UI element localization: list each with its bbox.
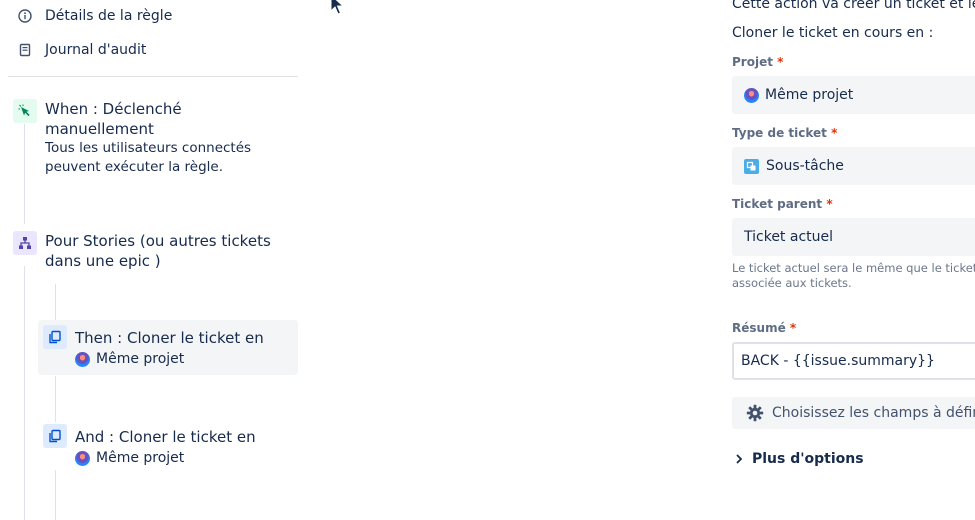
- form-intro: Cette action va créer un ticket et le c: [732, 0, 975, 12]
- parent-label: Ticket parent *: [732, 197, 833, 211]
- nav-divider: [8, 76, 298, 77]
- action-project: Même projet: [75, 450, 184, 466]
- gear-icon: [746, 404, 764, 422]
- trigger-title: When : Déclenché manuellement: [45, 100, 182, 138]
- more-options-toggle[interactable]: Plus d'options: [734, 451, 864, 467]
- nav-rule-details-label: Détails de la règle: [45, 8, 173, 24]
- issue-type-select[interactable]: Sous-tâche: [732, 147, 975, 185]
- connector-line: [24, 266, 25, 520]
- project-avatar-icon: [75, 450, 90, 466]
- pointer-click-icon: [13, 99, 37, 123]
- subtask-icon: [744, 158, 759, 174]
- clone-icon: [43, 325, 67, 349]
- action-project: Même projet: [75, 351, 184, 367]
- chevron-right-icon: [736, 454, 743, 464]
- action-title: And : Cloner le ticket en: [75, 428, 256, 446]
- summary-input[interactable]: BACK - {{issue.summary}}: [732, 342, 975, 380]
- connector-line: [55, 376, 56, 422]
- parent-select[interactable]: Ticket actuel: [732, 218, 975, 256]
- summary-label: Résumé *: [732, 321, 797, 335]
- trigger-description: Tous les utilisateurs connectés peuvent …: [45, 140, 252, 175]
- parent-help-text: Le ticket actuel sera le même que le tic…: [732, 261, 975, 290]
- nav-audit-log[interactable]: Journal d'audit: [18, 42, 146, 58]
- info-icon: [18, 9, 32, 23]
- branch-icon: [13, 231, 37, 255]
- branch-title: Pour Stories (ou autres tickets dans une…: [45, 232, 271, 270]
- nav-audit-log-label: Journal d'audit: [45, 42, 147, 58]
- clone-icon: [43, 424, 67, 448]
- clone-into-label: Cloner le ticket en cours en :: [732, 25, 934, 41]
- choose-fields-button[interactable]: Choisissez les champs à défin: [732, 397, 975, 429]
- action-title: Then : Cloner le ticket en: [75, 329, 264, 347]
- connector-line: [55, 284, 56, 320]
- mouse-cursor-icon: [330, 0, 345, 20]
- connector-line: [55, 470, 56, 520]
- document-icon: [18, 43, 32, 57]
- project-select[interactable]: Même projet: [732, 76, 975, 114]
- project-label: Projet *: [732, 55, 784, 69]
- project-avatar-icon: [75, 351, 90, 367]
- connector-line: [24, 124, 25, 224]
- nav-rule-details[interactable]: Détails de la règle: [18, 8, 172, 24]
- project-avatar-icon: [744, 87, 759, 103]
- issue-type-label: Type de ticket *: [732, 126, 838, 140]
